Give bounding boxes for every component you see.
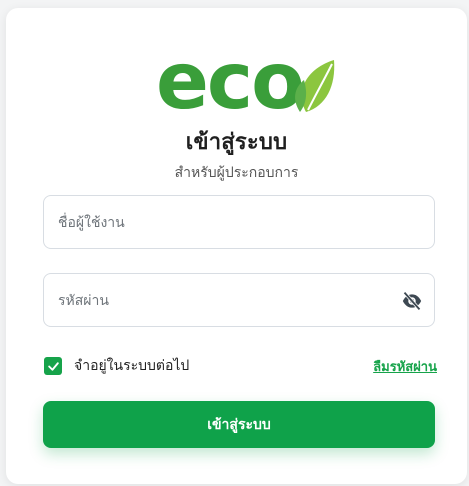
remember-me[interactable]: จำอยู่ในระบบต่อไป [44,355,189,377]
forgot-password-link[interactable]: ลืมรหัสผ่าน [373,356,437,377]
check-icon [47,361,59,371]
login-card: eco เข้าสู่ระบบ สำหรับผู้ประกอบการ จำอยู… [6,8,467,484]
page-subtitle: สำหรับผู้ประกอบการ [174,165,299,181]
remember-checkbox[interactable] [44,357,62,375]
username-input[interactable] [56,196,390,250]
username-field[interactable] [43,195,435,250]
eco-logo: eco [156,50,335,118]
eye-slash-icon[interactable] [402,291,422,311]
remember-label: จำอยู่ในระบบต่อไป [74,358,190,374]
password-input[interactable] [56,274,390,328]
page-title: เข้าสู่ระบบ [185,130,288,155]
svg-text:eco: eco [156,50,303,118]
password-field[interactable] [43,273,435,328]
login-button[interactable]: เข้าสู่ระบบ [43,401,435,448]
